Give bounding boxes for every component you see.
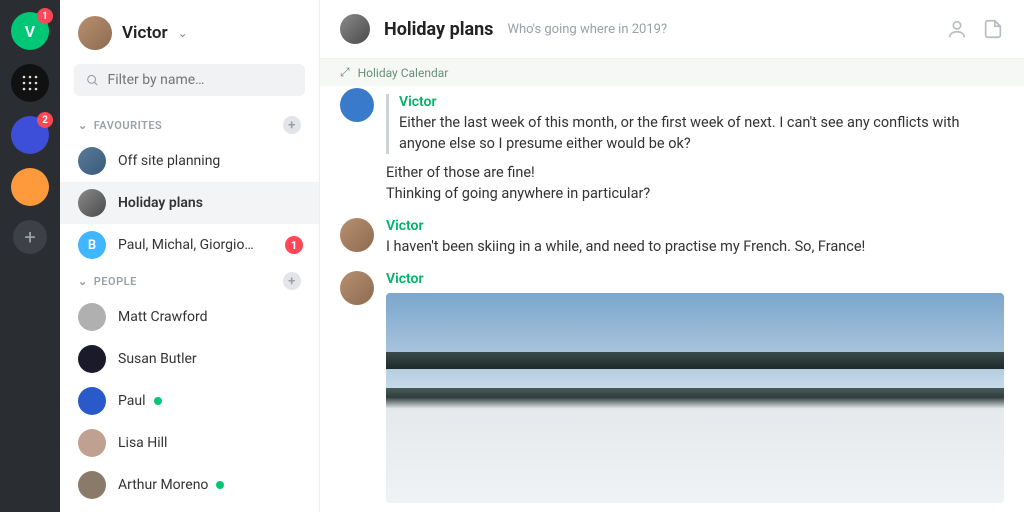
message: Victor	[340, 271, 1004, 503]
message-list: Victor Either the last week of this mont…	[320, 86, 1024, 512]
room-group-chat[interactable]: B Paul, Michal, Giorgio… 1	[60, 224, 319, 266]
person-lisa[interactable]: Lisa Hill	[60, 422, 319, 464]
person-susan[interactable]: Susan Butler	[60, 338, 319, 380]
message-avatar	[340, 271, 374, 305]
person-avatar	[78, 471, 106, 499]
user-avatar	[78, 16, 112, 50]
message-author: Victor	[399, 94, 1004, 110]
channel-subtitle: Who's going where in 2019?	[507, 22, 667, 37]
banner-label: Holiday Calendar	[358, 66, 449, 80]
person-avatar	[78, 429, 106, 457]
room-avatar	[78, 189, 106, 217]
room-avatar-letter: B	[78, 231, 106, 259]
message: Victor Either the last week of this mont…	[340, 94, 1004, 204]
message: Victor I haven't been skiing in a while,…	[340, 218, 1004, 257]
add-person-button[interactable]: +	[283, 272, 301, 290]
person-avatar	[78, 387, 106, 415]
online-indicator	[154, 397, 162, 405]
workspace-orange[interactable]	[11, 168, 49, 206]
main-panel: Holiday plans Who's going where in 2019?…	[320, 0, 1024, 512]
widget-banner[interactable]: ⤢ Holiday Calendar	[320, 59, 1024, 86]
room-avatar	[78, 147, 106, 175]
username: Victor	[122, 23, 168, 43]
people-list: Matt Crawford Susan Butler Paul Lisa Hil…	[60, 296, 319, 506]
message-avatar	[340, 88, 374, 122]
expand-icon: ⤢	[340, 65, 350, 80]
message-text: Either the last week of this month, or t…	[399, 112, 1004, 154]
people-header[interactable]: ⌄PEOPLE +	[60, 266, 319, 296]
room-label: Paul, Michal, Giorgio…	[118, 237, 254, 253]
members-icon[interactable]	[946, 18, 968, 40]
channel-header: Holiday plans Who's going where in 2019?	[320, 0, 1024, 59]
header-actions	[946, 18, 1004, 40]
favourites-list: Off site planning Holiday plans B Paul, …	[60, 140, 319, 266]
room-holiday-plans[interactable]: Holiday plans	[60, 182, 319, 224]
badge: 1	[37, 8, 53, 24]
message-text: I haven't been skiing in a while, and ne…	[386, 236, 1004, 257]
person-label: Susan Butler	[118, 351, 197, 367]
files-icon[interactable]	[982, 18, 1004, 40]
add-workspace-button[interactable]: +	[13, 220, 47, 254]
chevron-down-icon: ⌄	[178, 26, 188, 40]
workspace-avatar-v[interactable]: V 1	[11, 12, 49, 50]
dots-grid-icon	[18, 71, 42, 95]
channel-avatar	[340, 14, 370, 44]
workspace-dots[interactable]	[11, 64, 49, 102]
message-author: Victor	[386, 218, 1004, 234]
favourites-header[interactable]: ⌄FAVOURITES +	[60, 110, 319, 140]
chevron-down-icon: ⌄	[78, 119, 88, 132]
person-paul[interactable]: Paul	[60, 380, 319, 422]
room-offsite[interactable]: Off site planning	[60, 140, 319, 182]
person-label: Arthur Moreno	[118, 477, 208, 493]
person-matt[interactable]: Matt Crawford	[60, 296, 319, 338]
chevron-down-icon: ⌄	[78, 275, 88, 288]
filter-input[interactable]	[107, 72, 293, 88]
message-avatar	[340, 218, 374, 252]
current-user-row[interactable]: Victor ⌄	[60, 12, 319, 64]
message-author: Victor	[386, 271, 1004, 287]
person-avatar	[78, 345, 106, 373]
message-text: Thinking of going anywhere in particular…	[386, 183, 1004, 204]
add-favourite-button[interactable]: +	[283, 116, 301, 134]
quoted-reply: Victor Either the last week of this mont…	[386, 94, 1004, 154]
filter-search[interactable]	[74, 64, 305, 96]
search-icon	[86, 73, 99, 88]
channel-title: Holiday plans	[384, 19, 493, 40]
person-avatar	[78, 303, 106, 331]
image-attachment[interactable]	[386, 293, 1004, 503]
room-label: Holiday plans	[118, 195, 203, 211]
message-text: Either of those are fine!	[386, 162, 1004, 183]
person-label: Paul	[118, 393, 146, 409]
workspace-blue[interactable]: 2	[11, 116, 49, 154]
person-label: Lisa Hill	[118, 435, 167, 451]
workspace-rail: V 1 2 +	[0, 0, 60, 512]
sidebar: Victor ⌄ ⌄FAVOURITES + Off site planning…	[60, 0, 320, 512]
online-indicator	[216, 481, 224, 489]
unread-badge: 1	[285, 236, 303, 254]
person-label: Matt Crawford	[118, 309, 208, 325]
person-arthur[interactable]: Arthur Moreno	[60, 464, 319, 506]
badge: 2	[37, 112, 53, 128]
room-label: Off site planning	[118, 153, 220, 169]
